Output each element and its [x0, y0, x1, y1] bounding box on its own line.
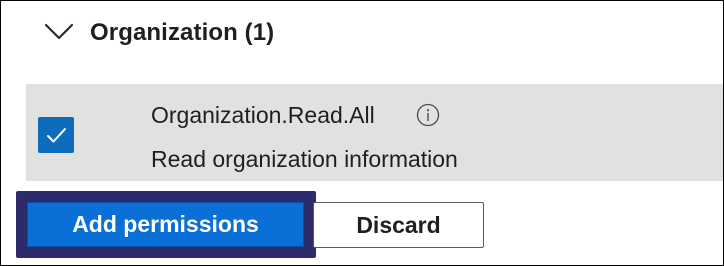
permission-name: Organization.Read.All — [151, 102, 375, 128]
permission-description: Read organization information — [151, 146, 458, 172]
discard-button[interactable]: Discard — [313, 202, 484, 248]
permissions-panel: Organization (1) Organization.Read.All R… — [0, 0, 724, 190]
add-permissions-button[interactable]: Add permissions — [27, 202, 304, 247]
info-icon[interactable] — [416, 103, 440, 127]
permission-checkbox[interactable] — [38, 117, 74, 153]
permission-row[interactable]: Organization.Read.All Read organization … — [26, 84, 724, 181]
group-header-organization[interactable]: Organization (1) — [0, 0, 724, 72]
chevron-down-icon[interactable] — [44, 20, 74, 42]
group-title: Organization (1) — [90, 19, 275, 46]
footer-divider — [0, 189, 16, 190]
checkmark-icon — [47, 128, 66, 143]
